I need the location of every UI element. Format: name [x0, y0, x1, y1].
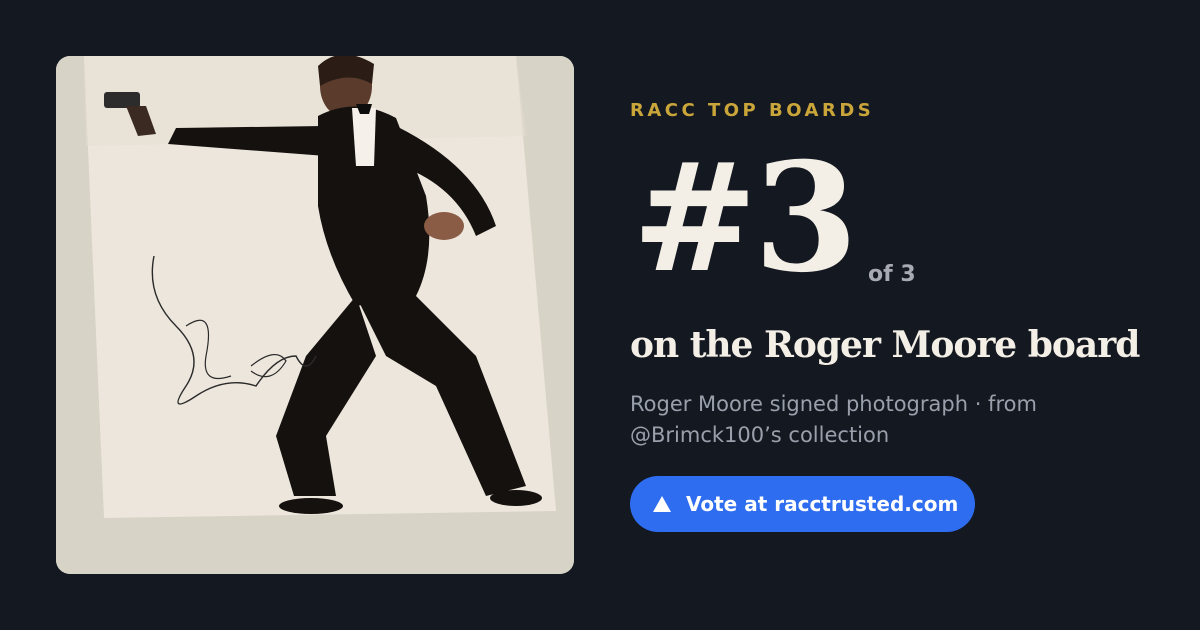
- upvote-triangle-icon: [653, 496, 671, 512]
- rank-row: #3 of 3: [630, 138, 1170, 308]
- board-info-panel: RACC TOP BOARDS #3 of 3 on the Roger Moo…: [630, 0, 1170, 630]
- item-caption: Roger Moore signed photograph · from @Br…: [630, 392, 1037, 447]
- rank-number: #3: [632, 130, 858, 306]
- vote-button[interactable]: Vote at racctrusted.com: [630, 476, 975, 532]
- signed-photo: [56, 56, 574, 574]
- rank-total: of 3: [868, 262, 916, 287]
- section-kicker: RACC TOP BOARDS: [630, 100, 875, 121]
- vote-button-label: Vote at racctrusted.com: [686, 492, 959, 516]
- photo-illustration: [56, 56, 574, 574]
- board-title: on the Roger Moore board: [630, 324, 1140, 366]
